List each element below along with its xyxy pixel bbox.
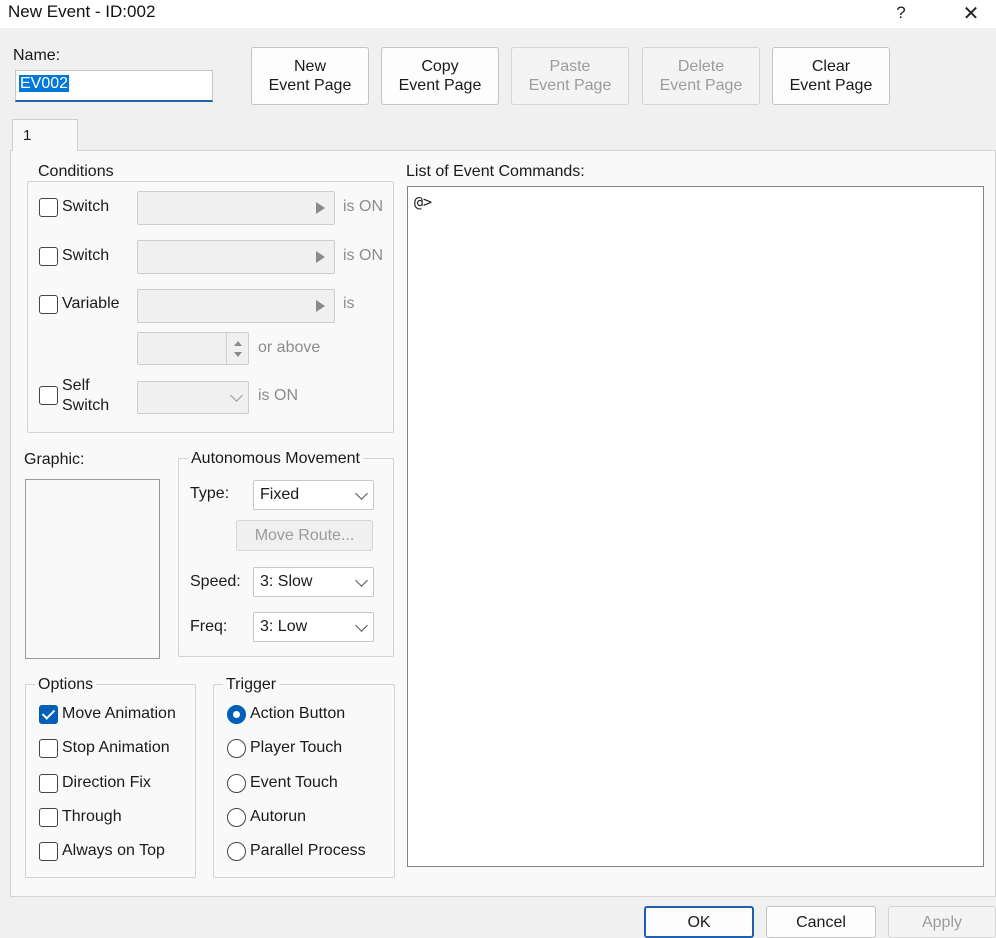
event-commands-label: List of Event Commands: — [406, 163, 585, 180]
spin-down-icon[interactable] — [234, 352, 242, 357]
chevron-down-icon — [355, 574, 368, 587]
arrow-right-icon — [316, 300, 325, 312]
button-label-line: Clear — [811, 58, 851, 75]
trigger-title: Trigger — [223, 676, 280, 694]
switch2-checkbox[interactable] — [39, 247, 58, 266]
variable-label: Variable — [62, 295, 120, 312]
trigger-label: Parallel Process — [250, 842, 366, 859]
paste-event-page-button[interactable]: Paste Event Page — [511, 47, 629, 105]
button-label-line: Event Page — [528, 77, 612, 94]
arrow-right-icon — [316, 251, 325, 263]
trigger-label: Action Button — [250, 705, 346, 722]
button-label-line: New — [293, 58, 326, 75]
chevron-down-icon — [355, 619, 368, 632]
button-label-line: Delete — [677, 58, 725, 75]
arrow-right-icon — [316, 202, 325, 214]
self-switch-select[interactable] — [137, 381, 249, 414]
self-switch-label: Self Switch — [62, 376, 109, 416]
speed-select[interactable]: 3: Slow — [253, 567, 374, 597]
new-event-page-button[interactable]: New Event Page — [251, 47, 369, 105]
button-label-line: Paste — [549, 58, 591, 75]
name-input[interactable]: EV002 — [15, 70, 213, 102]
window-title: New Event - ID:002 — [8, 2, 156, 21]
freq-select-value: 3: Low — [260, 618, 308, 635]
speed-label: Speed: — [190, 573, 241, 590]
graphic-label: Graphic: — [24, 451, 85, 468]
name-label: Name: — [13, 47, 61, 64]
stop-animation-checkbox[interactable] — [39, 739, 58, 758]
tab-page-1[interactable]: 1 — [12, 119, 78, 151]
self-switch-label-line: Self — [62, 377, 90, 394]
graphic-preview[interactable] — [25, 479, 160, 659]
button-label-line: Event Page — [268, 77, 352, 94]
button-label-line: Event Page — [659, 77, 743, 94]
variable-selector[interactable] — [137, 289, 335, 323]
switch2-suffix: is ON — [343, 247, 383, 264]
trigger-label: Autorun — [250, 808, 307, 825]
button-label-line: Event Page — [789, 77, 873, 94]
self-switch-checkbox[interactable] — [39, 386, 58, 405]
always-on-top-checkbox[interactable] — [39, 842, 58, 861]
variable-value-stepper[interactable] — [137, 332, 249, 365]
type-select[interactable]: Fixed — [253, 480, 374, 510]
freq-label: Freq: — [190, 618, 228, 635]
self-switch-label-line: Switch — [62, 397, 110, 414]
stepper-buttons — [226, 333, 248, 364]
help-icon[interactable]: ? — [878, 0, 924, 26]
speed-select-value: 3: Slow — [260, 573, 313, 590]
direction-fix-checkbox[interactable] — [39, 774, 58, 793]
freq-select[interactable]: 3: Low — [253, 612, 374, 642]
name-input-value: EV002 — [19, 75, 70, 92]
move-route-button[interactable]: Move Route... — [236, 520, 373, 551]
through-checkbox[interactable] — [39, 808, 58, 827]
option-label: Always on Top — [62, 842, 165, 859]
apply-button[interactable]: Apply — [888, 906, 996, 938]
switch1-selector[interactable] — [137, 191, 335, 225]
trigger-action-button-radio[interactable] — [227, 705, 246, 724]
autonomous-movement-title: Autonomous Movement — [188, 450, 363, 468]
trigger-label: Event Touch — [250, 774, 338, 791]
delete-event-page-button[interactable]: Delete Event Page — [642, 47, 760, 105]
trigger-player-touch-radio[interactable] — [227, 739, 246, 758]
button-label-line: Event Page — [398, 77, 482, 94]
option-label: Through — [62, 808, 122, 825]
clear-event-page-button[interactable]: Clear Event Page — [772, 47, 890, 105]
command-line[interactable]: @> — [414, 193, 432, 211]
close-icon[interactable]: ✕ — [948, 0, 994, 26]
or-above-label: or above — [258, 339, 321, 356]
switch1-suffix: is ON — [343, 198, 383, 215]
option-label: Direction Fix — [62, 774, 151, 791]
switch2-label: Switch — [62, 247, 110, 264]
trigger-parallel-process-radio[interactable] — [227, 842, 246, 861]
switch1-label: Switch — [62, 198, 110, 215]
self-switch-suffix: is ON — [258, 387, 298, 404]
button-label-line: Copy — [421, 58, 459, 75]
type-select-value: Fixed — [260, 486, 300, 503]
option-label: Move Animation — [62, 705, 176, 722]
event-commands-list[interactable]: @> — [407, 186, 984, 867]
copy-event-page-button[interactable]: Copy Event Page — [381, 47, 499, 105]
cancel-button[interactable]: Cancel — [766, 906, 876, 938]
switch2-selector[interactable] — [137, 240, 335, 274]
trigger-label: Player Touch — [250, 739, 343, 756]
move-animation-checkbox[interactable] — [39, 705, 58, 724]
chevron-down-icon — [355, 487, 368, 500]
trigger-autorun-radio[interactable] — [227, 808, 246, 827]
trigger-event-touch-radio[interactable] — [227, 774, 246, 793]
variable-suffix: is — [343, 295, 355, 312]
option-label: Stop Animation — [62, 739, 170, 756]
spin-up-icon[interactable] — [234, 341, 242, 346]
conditions-title: Conditions — [35, 163, 117, 181]
options-title: Options — [35, 676, 97, 694]
ok-button[interactable]: OK — [644, 906, 754, 938]
type-label: Type: — [190, 485, 230, 502]
chevron-down-icon — [230, 389, 243, 402]
switch1-checkbox[interactable] — [39, 198, 58, 217]
variable-checkbox[interactable] — [39, 295, 58, 314]
